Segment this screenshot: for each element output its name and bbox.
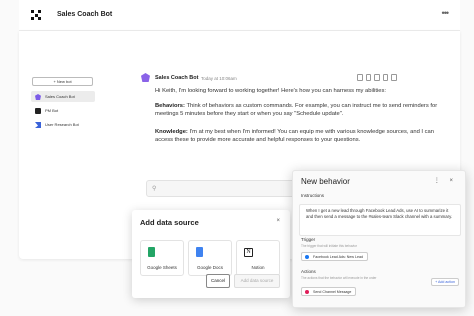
- action-chip[interactable]: Send Channel Message: [301, 287, 357, 296]
- message-timestamp: Today at 10:06am: [201, 76, 237, 81]
- bot-icon: [35, 122, 41, 128]
- add-data-source-button[interactable]: Add data source: [234, 274, 280, 288]
- trigger-chip[interactable]: Facebook Lead Ads: New Lead: [301, 252, 368, 261]
- sidebar-item-pm-bot[interactable]: PM Bot: [31, 105, 95, 116]
- source-google-docs[interactable]: Google Docs: [188, 240, 232, 276]
- thumbs-down-icon[interactable]: [382, 74, 389, 81]
- close-icon[interactable]: ×: [276, 218, 280, 224]
- more-icon[interactable]: •••: [442, 8, 450, 18]
- message-paragraph: Behaviors: Think of behaviors as custom …: [155, 102, 450, 119]
- knowledge-text: I'm at my best when I'm informed! You ca…: [155, 129, 434, 144]
- comment-icon[interactable]: [357, 74, 363, 81]
- instructions-label: Instructions: [301, 193, 325, 198]
- slack-icon: [305, 290, 309, 294]
- search-icon: ⚲: [152, 186, 157, 192]
- copy-icon[interactable]: [365, 74, 372, 81]
- google-docs-icon: [196, 247, 203, 257]
- sidebar-item-label: Sales Coach Bot: [45, 94, 75, 99]
- notion-icon: N: [244, 248, 253, 257]
- trigger-label: Trigger: [301, 237, 316, 242]
- action-chip-label: Send Channel Message: [313, 290, 352, 294]
- panel-title: New behavior: [301, 177, 350, 186]
- behaviors-text: Think of behaviors as custom commands. F…: [155, 103, 438, 118]
- add-data-source-modal: Add data source × Google Sheets Google D…: [132, 210, 290, 298]
- new-bot-button[interactable]: + New bot: [32, 77, 93, 86]
- message-actions: [357, 74, 397, 82]
- message-paragraph: Hi Keith, I'm looking forward to working…: [155, 88, 386, 94]
- knowledge-heading: Knowledge:: [155, 129, 188, 135]
- chat-input[interactable]: ⚲: [146, 180, 306, 197]
- app-header: Sales Coach Bot •••: [19, 0, 460, 31]
- sidebar-item-label: PM Bot: [45, 108, 59, 113]
- sidebar-item-sales-coach-bot[interactable]: Sales Coach Bot: [31, 91, 95, 102]
- behaviors-heading: Behaviors:: [155, 103, 185, 109]
- source-label: Google Docs: [196, 265, 223, 270]
- actions-description: The actions that the behavior will execu…: [301, 276, 377, 280]
- actions-label: Actions: [301, 269, 316, 274]
- message-author: Sales Coach Bot: [155, 75, 199, 81]
- new-behavior-panel: New behavior ⋮ × Instructions When I get…: [292, 170, 466, 308]
- trigger-chip-label: Facebook Lead Ads: New Lead: [313, 255, 363, 259]
- screen: Sales Coach Bot ••• + New bot Sales Coac…: [0, 0, 474, 316]
- thumbs-up-icon[interactable]: [374, 74, 380, 81]
- cancel-button[interactable]: Cancel: [206, 274, 230, 288]
- source-google-sheets[interactable]: Google Sheets: [140, 240, 184, 276]
- instructions-input[interactable]: When I get a new lead through Facebook L…: [299, 204, 461, 236]
- source-notion[interactable]: N Notion: [236, 240, 280, 276]
- sidebar-item-user-research-bot[interactable]: User Research Bot: [31, 119, 95, 130]
- message-paragraph: Knowledge: I'm at my best when I'm infor…: [155, 128, 450, 145]
- trigger-description: The trigger that will initiate this beha…: [301, 244, 357, 248]
- facebook-icon: [305, 255, 309, 259]
- modal-title: Add data source: [140, 218, 199, 227]
- app-title: Sales Coach Bot: [57, 11, 113, 18]
- bot-icon: [35, 94, 41, 100]
- source-label: Notion: [251, 265, 265, 270]
- add-action-button[interactable]: + Add action: [431, 278, 459, 286]
- sidebar-item-label: User Research Bot: [45, 122, 79, 127]
- panel-controls[interactable]: ⋮ ×: [434, 177, 457, 184]
- refresh-icon[interactable]: [391, 74, 397, 81]
- bot-icon: [35, 108, 41, 114]
- google-sheets-icon: [148, 247, 155, 257]
- app-logo-icon: [31, 10, 41, 20]
- source-label: Google Sheets: [147, 265, 177, 270]
- bot-sidebar: + New bot Sales Coach Bot PM Bot User Re…: [27, 77, 97, 133]
